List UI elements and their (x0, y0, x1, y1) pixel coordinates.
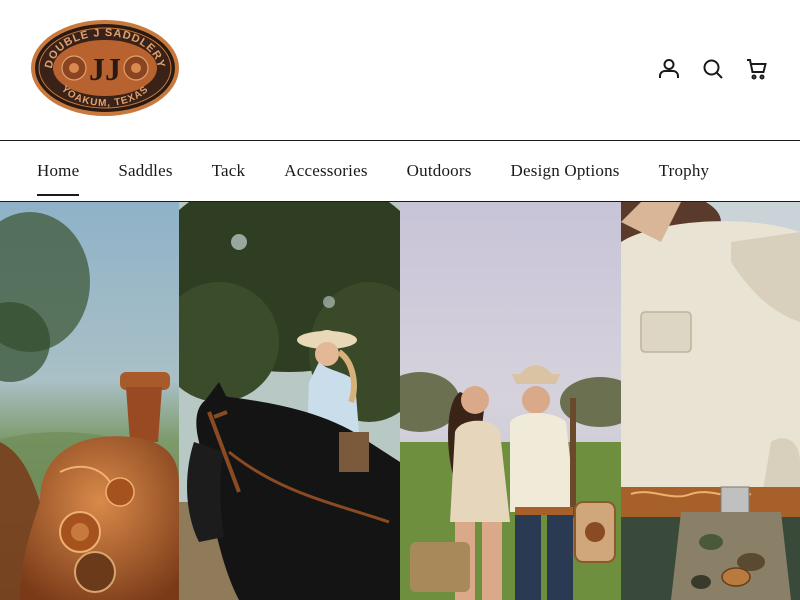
brand-logo[interactable]: JJ DOUBLE J SADDLERY YOAKUM, TEXAS (30, 18, 180, 118)
nav-list: Home Saddles Tack Accessories Outdoors D… (0, 141, 800, 201)
account-icon[interactable] (656, 56, 682, 82)
hero-collage (0, 202, 800, 600)
hero-image-saddle[interactable] (0, 202, 179, 600)
nav-item-outdoors[interactable]: Outdoors (407, 161, 472, 181)
search-icon[interactable] (700, 56, 726, 82)
nav-item-accessories[interactable]: Accessories (284, 161, 367, 181)
site-header: JJ DOUBLE J SADDLERY YOAKUM, TEXAS (0, 0, 800, 140)
hero-image-outdoors-man[interactable] (621, 202, 800, 600)
nav-item-tack[interactable]: Tack (212, 161, 246, 181)
cart-icon[interactable] (744, 56, 770, 82)
nav-item-design-options[interactable]: Design Options (511, 161, 620, 181)
hero-image-couple[interactable] (400, 202, 621, 600)
header-actions (656, 56, 770, 82)
nav-item-trophy[interactable]: Trophy (659, 161, 710, 181)
main-nav: Home Saddles Tack Accessories Outdoors D… (0, 140, 800, 202)
logo-monogram: JJ (89, 51, 121, 87)
nav-item-home[interactable]: Home (37, 161, 80, 196)
hero-image-rider[interactable] (179, 202, 400, 600)
nav-item-saddles[interactable]: Saddles (118, 161, 172, 181)
